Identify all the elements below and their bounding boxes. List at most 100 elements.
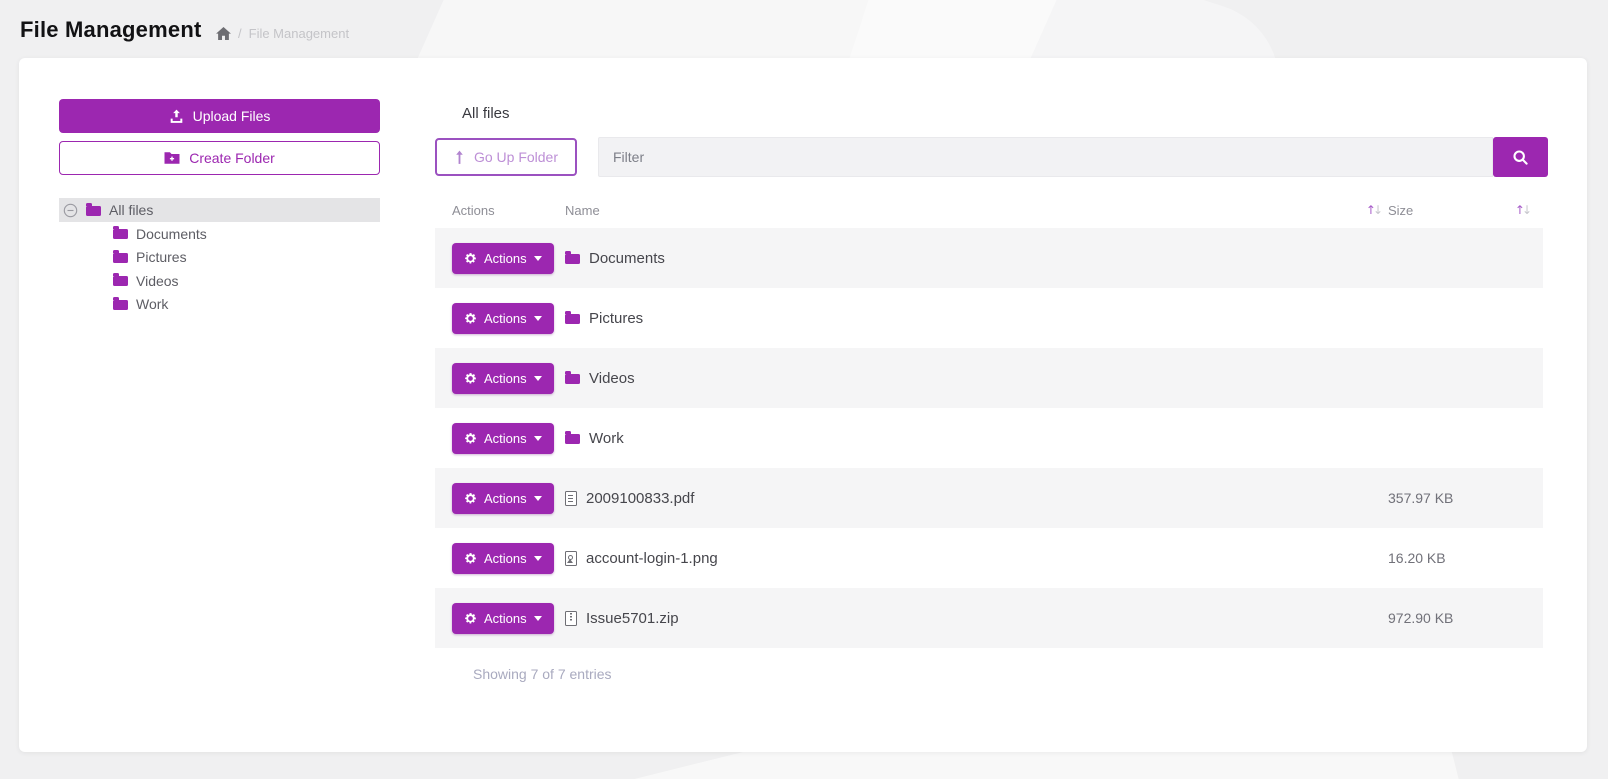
tree-item[interactable]: Work [59,293,380,317]
caret-down-icon [534,616,542,621]
folder-plus-icon [164,151,180,165]
tree-item-label: Videos [136,273,179,289]
actions-cell: Actions [435,483,565,514]
column-header-size[interactable]: Size [1388,203,1413,218]
gear-icon [464,432,477,445]
tree-item-label: Work [136,296,168,312]
size-cell: 357.97 KB [1388,490,1543,506]
row-name: 2009100833.pdf [586,490,694,507]
tree-item-label: Pictures [136,249,187,265]
table-body: Actions Documents Actions Pictures [435,228,1543,648]
row-name: Pictures [589,310,643,327]
folder-icon [113,300,128,310]
file-manager-card: Upload Files Create Folder All files Doc… [19,58,1587,752]
go-up-folder-label: Go Up Folder [474,149,558,165]
sidebar: Upload Files Create Folder All files Doc… [59,99,380,316]
upload-files-label: Upload Files [193,108,271,124]
size-cell: 972.90 KB [1388,610,1543,626]
name-cell[interactable]: Videos [565,370,1388,387]
caret-down-icon [534,436,542,441]
sort-icon-size[interactable]: ↑↓ [1515,203,1537,217]
file-image-icon [565,551,577,566]
row-actions-label: Actions [484,311,527,326]
gear-icon [464,252,477,265]
row-actions-label: Actions [484,611,527,626]
entries-summary: Showing 7 of 7 entries [473,666,612,682]
table-row: Actions 2009100833.pdf 357.97 KB [435,468,1543,528]
search-icon [1512,149,1529,166]
table-row: Actions Work [435,408,1543,468]
tree-item[interactable]: Videos [59,269,380,293]
toolbar: Go Up Folder [435,137,1548,177]
go-up-folder-button[interactable]: Go Up Folder [435,138,577,176]
row-actions-button[interactable]: Actions [452,543,554,574]
name-cell[interactable]: Work [565,430,1388,447]
search-button[interactable] [1493,137,1548,177]
actions-cell: Actions [435,423,565,454]
row-actions-button[interactable]: Actions [452,603,554,634]
row-name: Documents [589,250,665,267]
row-actions-button[interactable]: Actions [452,243,554,274]
row-actions-label: Actions [484,371,527,386]
tree-item[interactable]: Documents [59,222,380,246]
caret-down-icon [534,316,542,321]
actions-cell: Actions [435,603,565,634]
name-cell[interactable]: Issue5701.zip [565,610,1388,627]
folder-icon [565,434,580,444]
folder-icon [113,229,128,239]
gear-icon [464,552,477,565]
tree-item[interactable]: Pictures [59,246,380,270]
caret-down-icon [534,496,542,501]
create-folder-button[interactable]: Create Folder [59,141,380,175]
caret-down-icon [534,556,542,561]
actions-cell: Actions [435,243,565,274]
actions-cell: Actions [435,363,565,394]
caret-down-icon [534,256,542,261]
filter-input[interactable] [598,137,1493,177]
row-name: account-login-1.png [586,550,718,567]
size-cell: 16.20 KB [1388,550,1543,566]
row-actions-button[interactable]: Actions [452,483,554,514]
collapse-minus-icon[interactable] [63,203,78,218]
table-row: Actions Pictures [435,288,1543,348]
tree-item-label: Documents [136,226,207,242]
home-icon[interactable] [216,27,231,40]
gear-icon [464,312,477,325]
breadcrumb-current: File Management [249,26,349,41]
actions-cell: Actions [435,303,565,334]
actions-cell: Actions [435,543,565,574]
row-actions-label: Actions [484,251,527,266]
breadcrumb-separator: / [238,26,242,41]
name-cell[interactable]: account-login-1.png [565,550,1388,567]
tree-item-all-files[interactable]: All files [59,198,380,222]
name-cell[interactable]: 2009100833.pdf [565,490,1388,507]
name-cell[interactable]: Pictures [565,310,1388,327]
row-actions-button[interactable]: Actions [452,303,554,334]
name-cell[interactable]: Documents [565,250,1388,267]
tree-children: Documents Pictures Videos Work [59,222,380,316]
file-pdf-icon [565,491,577,506]
row-name: Videos [589,370,635,387]
upload-files-button[interactable]: Upload Files [59,99,380,133]
column-header-actions: Actions [435,203,565,218]
folder-icon [565,374,580,384]
row-name: Issue5701.zip [586,610,679,627]
table-header: Actions Name ↑↓ Size ↑↓ [435,192,1543,228]
gear-icon [464,492,477,505]
column-header-name[interactable]: Name [565,203,600,218]
page-header: File Management / File Management [0,0,1608,58]
folder-icon [113,253,128,263]
gear-icon [464,612,477,625]
folder-tree: All files Documents Pictures Videos Work [59,198,380,316]
row-actions-button[interactable]: Actions [452,363,554,394]
folder-icon [565,314,580,324]
file-archive-icon [565,611,577,626]
gear-icon [464,372,477,385]
arrow-up-icon [454,150,465,165]
row-actions-button[interactable]: Actions [452,423,554,454]
row-actions-label: Actions [484,491,527,506]
folder-icon [565,254,580,264]
table-row: Actions Issue5701.zip 972.90 KB [435,588,1543,648]
sort-icon-name[interactable]: ↑↓ [1366,203,1388,217]
row-name: Work [589,430,624,447]
